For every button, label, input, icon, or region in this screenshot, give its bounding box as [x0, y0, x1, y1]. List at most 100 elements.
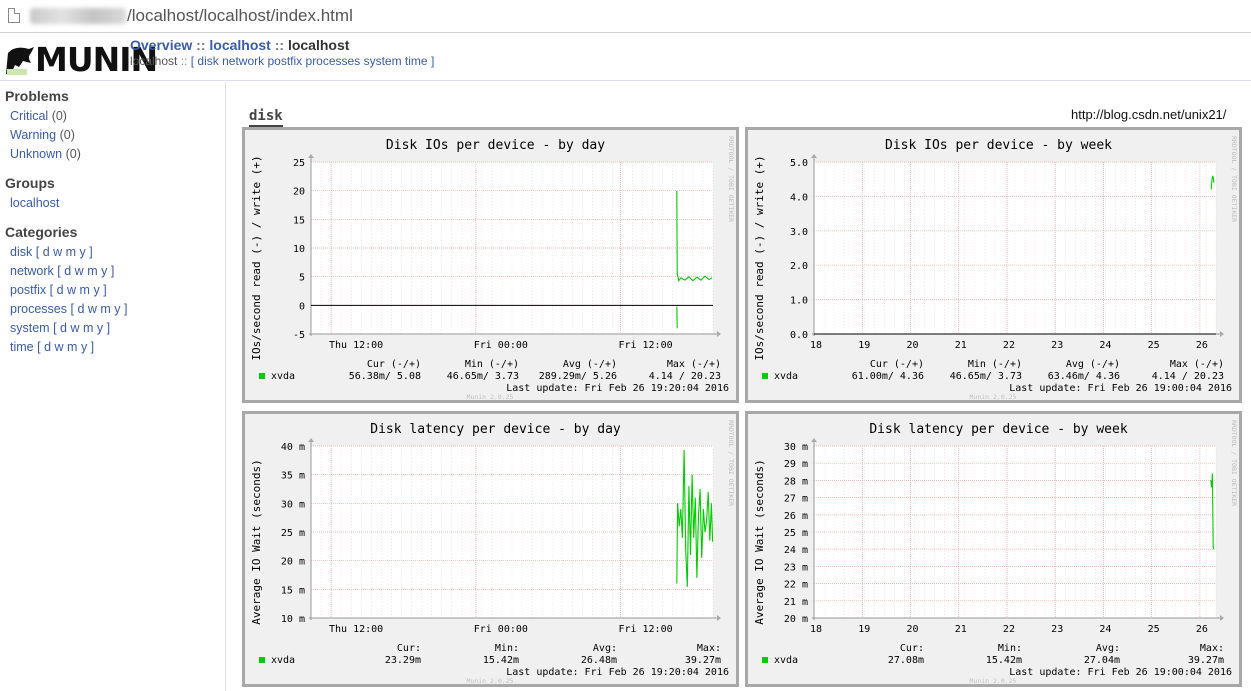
x-tick-label: 20	[906, 624, 918, 635]
period-link-y[interactable]: y	[93, 283, 99, 297]
legend-header: Avg:	[1096, 643, 1120, 654]
problem-item-warning[interactable]: Warning (0)	[0, 126, 225, 145]
subnav-link-system[interactable]: system	[364, 54, 402, 68]
period-link-m[interactable]: m	[87, 264, 97, 278]
problem-label[interactable]: Critical	[10, 109, 48, 123]
subnav-link-disk[interactable]: disk	[197, 54, 218, 68]
period-link-y[interactable]: y	[80, 245, 86, 259]
period-link-w[interactable]: w	[53, 245, 62, 259]
period-link-y[interactable]: y	[114, 302, 120, 316]
y-tick-label: 29 m	[784, 459, 808, 470]
category-link[interactable]: system	[10, 321, 50, 335]
bracket: [	[57, 264, 61, 278]
period-link-d[interactable]: d	[44, 340, 51, 354]
x-tick-label: 25	[1148, 624, 1160, 635]
x-tick-label: 24	[1099, 624, 1111, 635]
y-axis-label: IOs/second read (-) / write (+)	[250, 155, 263, 360]
legend-value: 63.46m/ 4.36	[1048, 371, 1120, 382]
munin-version: Munin 2.0.25	[467, 393, 514, 400]
period-link-m[interactable]: m	[80, 283, 90, 297]
period-link-d[interactable]: d	[77, 302, 84, 316]
x-axis-arrow	[1220, 331, 1224, 337]
period-link-y[interactable]: y	[97, 321, 103, 335]
period-link-w[interactable]: w	[67, 283, 76, 297]
y-tick-label: 25	[293, 158, 305, 169]
period-link-m[interactable]: m	[67, 340, 77, 354]
period-link-m[interactable]: m	[66, 245, 76, 259]
address-bar[interactable]: /localhost/localhost/index.html	[0, 0, 1251, 33]
period-link-w[interactable]: w	[75, 264, 84, 278]
section-title-disk[interactable]: disk	[249, 107, 283, 127]
graph-disk-ios-day[interactable]: 25 20 15 10 5 0 -5 Thu 12:00 Fri 00:00 Fri 12:00 D…	[242, 127, 739, 403]
legend-header: Min:	[998, 643, 1022, 654]
legend-header: Max:	[697, 643, 721, 654]
bracket: [	[35, 245, 40, 259]
subnav-link-network[interactable]: network	[222, 54, 264, 68]
group-link[interactable]: localhost	[10, 196, 59, 210]
legend-header: Max:	[1200, 643, 1224, 654]
problem-label[interactable]: Warning	[10, 128, 56, 142]
period-link-m[interactable]: m	[83, 321, 93, 335]
category-link[interactable]: processes	[10, 302, 67, 316]
breadcrumb-sep: ::	[196, 37, 206, 53]
period-link-d[interactable]: d	[57, 283, 64, 297]
period-link-w[interactable]: w	[55, 340, 64, 354]
period-link-y[interactable]: y	[81, 340, 87, 354]
x-tick-label: Fri 00:00	[474, 624, 528, 635]
period-link-d[interactable]: d	[60, 321, 67, 335]
category-item-disk[interactable]: disk [ d w m y ]	[0, 243, 225, 262]
problem-item-critical[interactable]: Critical (0)	[0, 107, 225, 126]
graph-disk-latency-day[interactable]: 40 m 35 m 30 m 25 m 20 m 15 m 10 m Thu 12:00 Fri…	[242, 411, 739, 687]
category-link[interactable]: disk	[10, 245, 32, 259]
rrdtool-credit: RRDTOOL / TOBI OETIKER	[1230, 136, 1238, 222]
legend-value: 4.14 / 20.23	[1152, 371, 1224, 382]
y-axis-arrow	[308, 154, 314, 158]
category-item-postfix[interactable]: postfix [ d w m y ]	[0, 281, 225, 300]
period-link-d[interactable]: d	[64, 264, 71, 278]
breadcrumb-overview[interactable]: Overview	[130, 37, 192, 53]
legend-swatch	[762, 373, 768, 379]
y-tick-label: 26 m	[784, 511, 808, 522]
munin-logo[interactable]: MUNIN	[5, 41, 158, 78]
y-tick-label: 30 m	[281, 499, 305, 510]
category-item-processes[interactable]: processes [ d w m y ]	[0, 300, 225, 319]
category-link[interactable]: postfix	[10, 283, 46, 297]
category-link[interactable]: network	[10, 264, 54, 278]
problem-label[interactable]: Unknown	[10, 147, 62, 161]
period-link-d[interactable]: d	[43, 245, 50, 259]
subnav-link-postfix[interactable]: postfix	[267, 54, 302, 68]
category-link[interactable]: time	[10, 340, 34, 354]
group-item-localhost[interactable]: localhost	[0, 194, 225, 213]
category-item-system[interactable]: system [ d w m y ]	[0, 319, 225, 338]
blog-watermark: http://blog.csdn.net/unix21/	[1071, 107, 1227, 122]
y-tick-label: 22 m	[784, 580, 808, 591]
y-tick-label: 4.0	[790, 192, 808, 203]
graph-disk-ios-week[interactable]: 5.0 4.0 3.0 2.0 1.0 0.0 18 19 20 21 22 23 24 25 26 Disk…	[745, 127, 1242, 403]
period-link-y[interactable]: y	[101, 264, 107, 278]
y-tick-label: 2.0	[790, 261, 808, 272]
period-link-m[interactable]: m	[100, 302, 110, 316]
breadcrumb-group[interactable]: localhost	[209, 37, 270, 53]
y-tick-label: 15 m	[281, 585, 305, 596]
period-link-w[interactable]: w	[70, 321, 79, 335]
legend-value: 26.48m	[581, 655, 617, 666]
subnav-link-time[interactable]: time	[405, 54, 428, 68]
graph-disk-latency-week[interactable]: 30 m 29 m 28 m 27 m 26 m 25 m 24 m 23 m 22 m 21 m…	[745, 411, 1242, 687]
period-link-w[interactable]: w	[88, 302, 97, 316]
x-tick-label: 23	[1051, 624, 1063, 635]
legend-series-name: xvda	[271, 371, 295, 382]
munin-version: Munin 2.0.25	[970, 393, 1017, 400]
category-item-network[interactable]: network [ d w m y ]	[0, 262, 225, 281]
y-tick-label: 3.0	[790, 227, 808, 238]
problem-item-unknown[interactable]: Unknown (0)	[0, 145, 225, 164]
subnav-link-processes[interactable]: processes	[306, 54, 361, 68]
legend-value: 15.42m	[986, 655, 1022, 666]
category-item-time[interactable]: time [ d w m y ]	[0, 338, 225, 357]
bracket: ]	[90, 340, 95, 354]
legend-header: Min (-/+)	[968, 359, 1022, 370]
graph-title: Disk IOs per device - by week	[885, 138, 1112, 153]
x-axis-arrow	[717, 331, 721, 337]
legend-value: 56.38m/ 5.08	[349, 371, 421, 382]
url-text[interactable]: /localhost/localhost/index.html	[127, 6, 353, 26]
y-tick-label: 0.0	[790, 330, 808, 341]
